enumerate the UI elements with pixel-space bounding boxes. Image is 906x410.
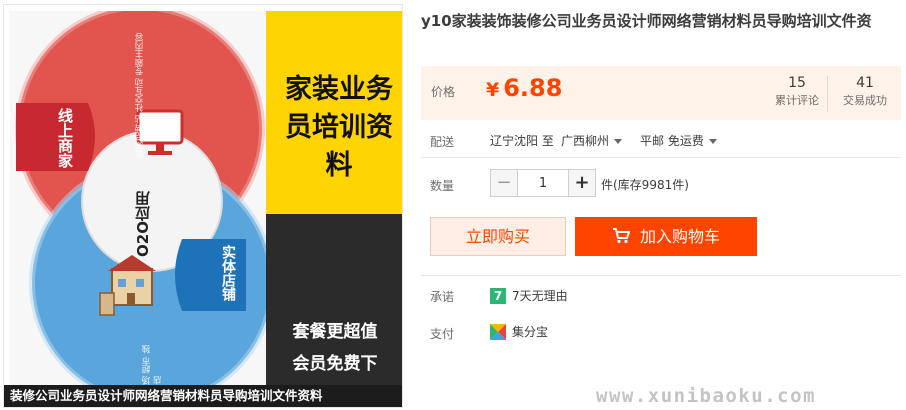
site-watermark: www.xunibaoku.com [596, 385, 816, 407]
price-panel: 价格 ¥6.88 15 累计评论 41 交易成功 [421, 66, 901, 120]
buy-now-button[interactable]: 立即购买 [430, 217, 566, 256]
cart-icon [612, 228, 630, 244]
price-label: 价格 [431, 85, 456, 99]
quantity-decrease-button[interactable]: − [491, 170, 518, 196]
shipping-method: 平邮 免运费 [640, 134, 704, 148]
promo-line-value: 套餐更超值 [292, 322, 378, 342]
add-to-cart-label: 加入购物车 [639, 227, 720, 246]
stat-divider [827, 76, 828, 112]
tag-physical-store: 实体店铺 [220, 245, 236, 301]
promo-line-member: 会员免费下 [292, 354, 378, 374]
promise-label: 承诺 [430, 290, 455, 304]
chevron-down-icon [708, 139, 717, 144]
product-image[interactable]: 线上商家 实体店铺 O2O应用 官网品牌站 社交互动 专题主内容 商场 超市 独… [10, 11, 402, 393]
jifenbao-icon [490, 323, 506, 340]
shipping-from: 辽宁沈阳 至 [490, 134, 554, 148]
price-amount: 6.88 [503, 74, 563, 102]
quantity-stepper: − + [490, 169, 596, 197]
shipping-destination: 广西柳州 [561, 134, 610, 148]
payment-text: 集分宝 [512, 325, 549, 339]
quantity-input[interactable] [519, 170, 567, 196]
stock-info: 件(库存9981件) [601, 178, 689, 192]
product-image-gallery[interactable]: 线上商家 实体店铺 O2O应用 官网品牌站 社交互动 专题主内容 商场 超市 独… [3, 4, 403, 408]
promise-item[interactable]: 7 7天无理由 [490, 287, 568, 304]
shipping-destination-select[interactable]: 广西柳州 [561, 132, 623, 149]
quantity-increase-button[interactable]: + [568, 170, 595, 196]
product-title: y10家装装饰装修公司业务员设计师网络营销材料员导购培训文件资 [421, 12, 872, 30]
add-to-cart-button[interactable]: 加入购物车 [575, 217, 757, 256]
image-panel-title: 家装业务员培训资料 [285, 74, 393, 181]
currency-symbol: ¥ [486, 79, 500, 101]
red-disc-small-text: 官网品牌站 社交互动 专题主内容 [135, 33, 145, 158]
stat-reviews-value: 15 [788, 75, 806, 91]
actions-divider [421, 275, 901, 276]
tag-online-merchant: 线上商家 [56, 108, 74, 168]
stat-transactions-value: 41 [856, 75, 874, 91]
shipping-label: 配送 [430, 135, 455, 149]
shipping-method-select[interactable]: 平邮 免运费 [640, 132, 717, 149]
center-o2o-text: O2O应用 [134, 191, 152, 257]
shipping-divider [421, 157, 901, 158]
payment-label: 支付 [430, 327, 455, 341]
stat-reviews-label: 累计评论 [775, 94, 819, 107]
quantity-label: 数量 [430, 179, 455, 193]
price-value: ¥6.88 [486, 74, 562, 102]
chevron-down-icon [614, 139, 623, 144]
stat-reviews[interactable]: 15 累计评论 [767, 74, 827, 110]
stat-transactions[interactable]: 41 交易成功 [834, 74, 896, 110]
payment-item[interactable]: 集分宝 [490, 323, 548, 340]
seven-day-return-icon: 7 [490, 287, 506, 304]
stat-transactions-label: 交易成功 [843, 94, 887, 107]
promise-text: 7天无理由 [512, 289, 568, 303]
image-caption-bar: 装修公司业务员设计师网络营销材料员导购培训文件资料 [4, 385, 402, 407]
